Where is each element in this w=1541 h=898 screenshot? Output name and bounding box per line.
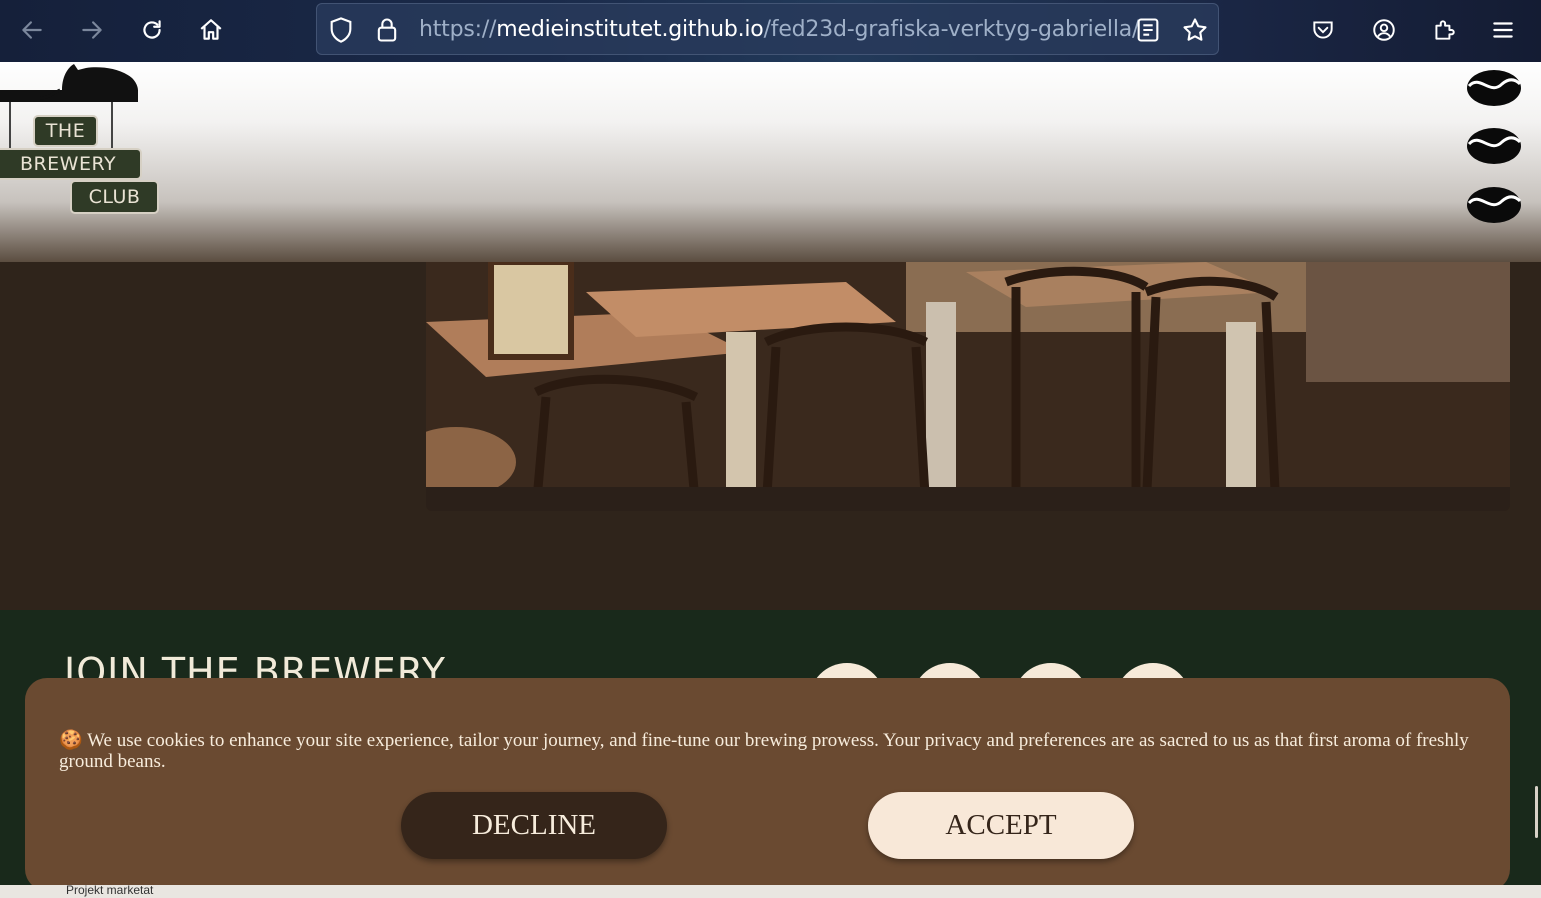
- url-path: /fed23d-grafiska-verktyg-gabriella/: [763, 17, 1140, 42]
- url-prefix: https://: [419, 17, 497, 42]
- coffee-bean-icon: [1467, 128, 1522, 164]
- coffee-bean-icon: [1467, 70, 1522, 106]
- logo-text-the: THE: [33, 115, 98, 147]
- pocket-icon: [1313, 21, 1333, 39]
- reload-icon: [143, 20, 161, 39]
- logo-text-brewery: BREWERY: [0, 148, 142, 180]
- menu-button[interactable]: [1486, 13, 1520, 47]
- shield-icon[interactable]: [327, 16, 355, 44]
- home-icon: [200, 19, 222, 40]
- reader-view-icon[interactable]: [1134, 16, 1162, 44]
- back-button[interactable]: [15, 13, 49, 47]
- logo-text-club: CLUB: [70, 180, 159, 214]
- cookie-message-text: We use cookies to enhance your site expe…: [59, 730, 1469, 772]
- forward-icon: [82, 21, 102, 39]
- cookie-icon: 🍪: [59, 730, 83, 751]
- browser-toolbar: https://medieinstitutet.github.io/fed23d…: [0, 0, 1541, 62]
- cafe-interior-image: [426, 262, 1510, 511]
- reload-button[interactable]: [135, 13, 169, 47]
- cookie-message: 🍪 We use cookies to enhance your site ex…: [59, 730, 1469, 772]
- home-button[interactable]: [194, 13, 228, 47]
- lock-icon[interactable]: [373, 16, 401, 44]
- forward-button[interactable]: [75, 13, 109, 47]
- menu-icon: [1493, 22, 1513, 38]
- accept-button[interactable]: ACCEPT: [868, 792, 1134, 859]
- bottom-strip-text: Projekt marketat: [66, 885, 154, 897]
- scrollbar-thumb[interactable]: [1535, 786, 1538, 838]
- address-bar[interactable]: https://medieinstitutet.github.io/fed23d…: [316, 3, 1219, 55]
- bookmark-star-icon[interactable]: [1181, 16, 1209, 44]
- account-button[interactable]: [1367, 13, 1401, 47]
- coffee-bean-menu-button[interactable]: [1466, 68, 1524, 228]
- url-host: medieinstitutet.github.io: [496, 17, 764, 42]
- site-header: [0, 62, 1541, 262]
- decline-button[interactable]: DECLINE: [401, 792, 667, 859]
- bottom-strip: Projekt marketat: [0, 885, 1541, 898]
- url-text[interactable]: https://medieinstitutet.github.io/fed23d…: [419, 17, 1139, 42]
- account-icon: [1373, 19, 1395, 41]
- extensions-button[interactable]: [1427, 13, 1461, 47]
- pocket-button[interactable]: [1306, 13, 1340, 47]
- brewery-club-logo[interactable]: THE BREWERY CLUB: [0, 62, 165, 222]
- coffee-bean-icon: [1467, 187, 1522, 223]
- extensions-icon: [1435, 20, 1455, 40]
- cookie-banner: 🍪 We use cookies to enhance your site ex…: [25, 678, 1510, 891]
- back-icon: [22, 21, 42, 39]
